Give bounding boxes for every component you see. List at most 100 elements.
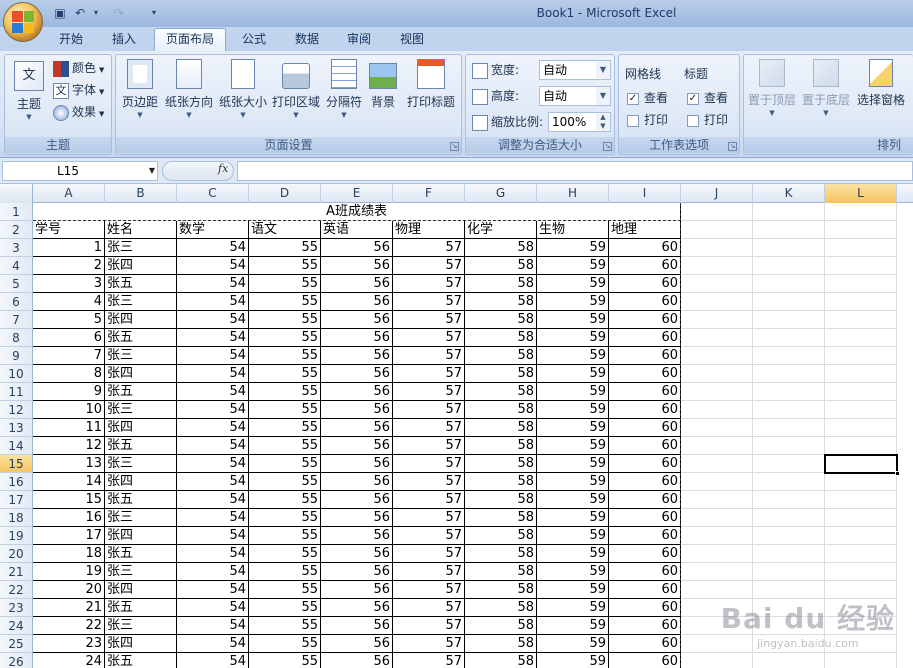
value-cell[interactable]: 55 xyxy=(249,617,321,635)
empty-cell[interactable] xyxy=(825,491,897,509)
empty-cell[interactable] xyxy=(681,275,753,293)
name-cell[interactable]: 张四 xyxy=(105,635,177,653)
value-cell[interactable]: 59 xyxy=(537,527,609,545)
value-cell[interactable]: 58 xyxy=(465,239,537,257)
value-cell[interactable]: 2 xyxy=(33,257,105,275)
value-cell[interactable]: 58 xyxy=(465,257,537,275)
empty-cell[interactable] xyxy=(825,203,897,221)
value-cell[interactable]: 57 xyxy=(393,311,465,329)
value-cell[interactable]: 54 xyxy=(177,383,249,401)
row-header[interactable]: 23 xyxy=(0,599,33,617)
themes-button[interactable]: 文 主题 ▼ xyxy=(9,59,49,122)
value-cell[interactable]: 54 xyxy=(177,455,249,473)
value-cell[interactable]: 56 xyxy=(321,581,393,599)
value-cell[interactable]: 18 xyxy=(33,545,105,563)
row-header[interactable]: 12 xyxy=(0,401,33,419)
name-cell[interactable]: 张五 xyxy=(105,275,177,293)
value-cell[interactable]: 3 xyxy=(33,275,105,293)
value-cell[interactable]: 58 xyxy=(465,635,537,653)
value-cell[interactable]: 55 xyxy=(249,599,321,617)
value-cell[interactable]: 10 xyxy=(33,401,105,419)
value-cell[interactable]: 55 xyxy=(249,365,321,383)
value-cell[interactable]: 56 xyxy=(321,239,393,257)
empty-cell[interactable] xyxy=(753,203,825,221)
value-cell[interactable]: 59 xyxy=(537,275,609,293)
value-cell[interactable]: 5 xyxy=(33,311,105,329)
worksheet-grid[interactable]: ABCDEFGHIJKL 1 A班成绩表 2 学号 姓名 数学 语文 英语 物理 化学 生物 地理 3 1… xyxy=(0,184,913,668)
value-cell[interactable]: 59 xyxy=(537,473,609,491)
headings-view-checkbox[interactable]: ✓ 查看 xyxy=(687,89,728,107)
value-cell[interactable]: 54 xyxy=(177,545,249,563)
value-cell[interactable]: 59 xyxy=(537,617,609,635)
row-header[interactable]: 9 xyxy=(0,347,33,365)
header-cell[interactable]: 生物 xyxy=(537,221,609,239)
value-cell[interactable]: 60 xyxy=(609,635,681,653)
empty-cell[interactable] xyxy=(753,563,825,581)
header-cell[interactable]: 地理 xyxy=(609,221,681,239)
value-cell[interactable]: 8 xyxy=(33,365,105,383)
value-cell[interactable]: 54 xyxy=(177,347,249,365)
value-cell[interactable]: 54 xyxy=(177,419,249,437)
value-cell[interactable]: 56 xyxy=(321,329,393,347)
value-cell[interactable]: 60 xyxy=(609,365,681,383)
value-cell[interactable]: 59 xyxy=(537,419,609,437)
value-cell[interactable]: 60 xyxy=(609,293,681,311)
value-cell[interactable]: 16 xyxy=(33,509,105,527)
empty-cell[interactable] xyxy=(681,419,753,437)
value-cell[interactable]: 55 xyxy=(249,455,321,473)
send-to-back-button[interactable]: 置于底层 ▼ xyxy=(800,59,852,118)
name-cell[interactable]: 张五 xyxy=(105,653,177,668)
empty-cell[interactable] xyxy=(753,239,825,257)
print-area-button[interactable]: 打印区域 ▼ xyxy=(270,59,322,120)
value-cell[interactable]: 54 xyxy=(177,653,249,668)
empty-cell[interactable] xyxy=(825,257,897,275)
value-cell[interactable]: 60 xyxy=(609,617,681,635)
insert-function-icon[interactable]: fx xyxy=(218,162,228,175)
name-box[interactable]: L15 ▼ xyxy=(2,161,158,181)
value-cell[interactable]: 60 xyxy=(609,455,681,473)
value-cell[interactable]: 59 xyxy=(537,509,609,527)
margins-button[interactable]: 页边距 ▼ xyxy=(119,59,161,120)
value-cell[interactable]: 59 xyxy=(537,491,609,509)
height-select[interactable]: 自动 ▼ xyxy=(539,86,611,106)
name-cell[interactable]: 张三 xyxy=(105,239,177,257)
value-cell[interactable]: 58 xyxy=(465,293,537,311)
value-cell[interactable]: 60 xyxy=(609,239,681,257)
value-cell[interactable]: 59 xyxy=(537,293,609,311)
empty-cell[interactable] xyxy=(753,491,825,509)
row-header[interactable]: 25 xyxy=(0,635,33,653)
value-cell[interactable]: 60 xyxy=(609,275,681,293)
column-header[interactable]: E xyxy=(321,184,393,203)
column-header[interactable]: B xyxy=(105,184,177,203)
value-cell[interactable]: 60 xyxy=(609,383,681,401)
value-cell[interactable]: 55 xyxy=(249,635,321,653)
value-cell[interactable]: 57 xyxy=(393,293,465,311)
empty-cell[interactable] xyxy=(825,221,897,239)
row-header[interactable]: 16 xyxy=(0,473,33,491)
tab-insert[interactable]: 插入 xyxy=(101,29,147,51)
name-cell[interactable]: 张三 xyxy=(105,563,177,581)
empty-cell[interactable] xyxy=(753,365,825,383)
value-cell[interactable]: 56 xyxy=(321,491,393,509)
value-cell[interactable]: 60 xyxy=(609,545,681,563)
value-cell[interactable]: 60 xyxy=(609,257,681,275)
gridlines-view-checkbox[interactable]: ✓ 查看 xyxy=(627,89,668,107)
value-cell[interactable]: 60 xyxy=(609,401,681,419)
tab-formulas[interactable]: 公式 xyxy=(231,29,277,51)
empty-cell[interactable] xyxy=(753,653,825,668)
value-cell[interactable]: 55 xyxy=(249,401,321,419)
empty-cell[interactable] xyxy=(753,455,825,473)
scale-spinner[interactable]: 100% ▲ ▼ xyxy=(548,112,611,132)
empty-cell[interactable] xyxy=(825,527,897,545)
value-cell[interactable]: 56 xyxy=(321,617,393,635)
size-button[interactable]: 纸张大小 ▼ xyxy=(217,59,269,120)
row-header[interactable]: 18 xyxy=(0,509,33,527)
row-header[interactable]: 2 xyxy=(0,221,33,239)
value-cell[interactable]: 55 xyxy=(249,347,321,365)
value-cell[interactable]: 59 xyxy=(537,437,609,455)
value-cell[interactable]: 57 xyxy=(393,653,465,668)
value-cell[interactable]: 60 xyxy=(609,509,681,527)
empty-cell[interactable] xyxy=(825,509,897,527)
empty-cell[interactable] xyxy=(753,311,825,329)
value-cell[interactable]: 58 xyxy=(465,365,537,383)
